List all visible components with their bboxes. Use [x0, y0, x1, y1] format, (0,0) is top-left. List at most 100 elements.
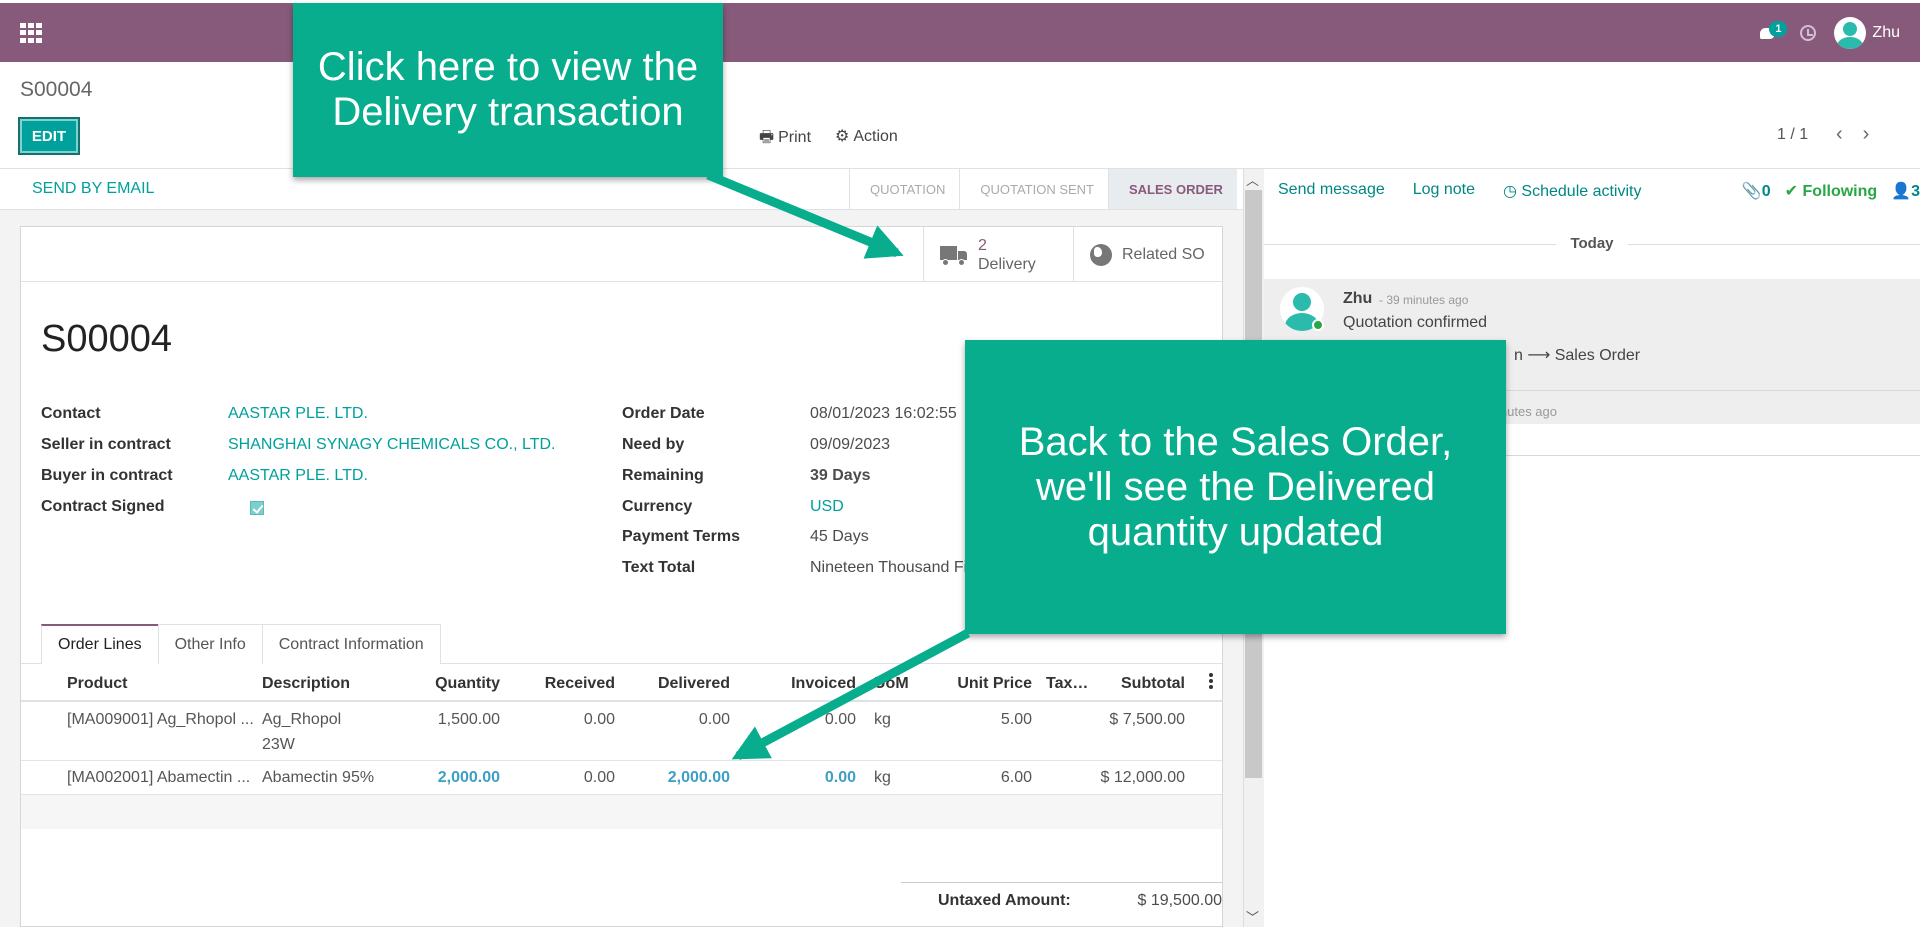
chevron-left-icon[interactable]: ‹: [1836, 123, 1843, 146]
attachment-count: 0: [1761, 183, 1771, 200]
message-author[interactable]: Zhu: [1343, 290, 1372, 308]
pager-value: 1 / 1: [1777, 126, 1809, 143]
stage-pipeline: QUOTATION QUOTATION SENT SALES ORDER: [849, 169, 1237, 209]
column-header[interactable]: Delivered: [658, 675, 730, 693]
field-label: Buyer in contract: [41, 467, 173, 484]
edit-button[interactable]: EDIT: [18, 117, 80, 155]
online-status-icon: [1312, 319, 1324, 331]
column-header[interactable]: Description: [262, 675, 350, 693]
received-cell: 0.00: [583, 711, 615, 728]
uom-cell: kg: [874, 711, 891, 728]
schedule-activity-button[interactable]: ◷ Schedule activity: [1503, 181, 1641, 201]
sales-order-callout: Back to the Sales Order, we'll see the D…: [965, 340, 1506, 634]
table-row-empty: [21, 795, 1222, 829]
buyer-link[interactable]: AASTAR PLE. LTD.: [228, 467, 368, 485]
unit-price-cell: 6.00: [1000, 769, 1032, 786]
column-header[interactable]: Invoiced: [791, 675, 856, 693]
user-menu[interactable]: Zhu: [1834, 17, 1900, 49]
column-header[interactable]: Unit Price: [957, 675, 1032, 693]
need-by-value: 09/09/2023: [810, 436, 891, 453]
untaxed-amount-label: Untaxed Amount:: [938, 892, 1071, 909]
table-row[interactable]: [MA009001] Ag_Rhopol ... Ag_Rhopol 23W 1…: [21, 702, 1222, 761]
delivery-count: 2: [978, 236, 987, 254]
description-cell: Ag_Rhopol: [262, 711, 342, 728]
field-buyer: Buyer in contract AASTAR PLE. LTD.: [41, 467, 368, 487]
tab-other-info[interactable]: Other Info: [157, 624, 263, 664]
send-by-email-button[interactable]: SEND BY EMAIL: [32, 180, 154, 198]
description-cell: Abamectin 95%: [262, 769, 375, 786]
navbar-systray: 1 Zhu: [1758, 17, 1900, 49]
paperclip-icon: 📎: [1741, 183, 1762, 200]
column-header[interactable]: Product: [67, 675, 127, 693]
column-header[interactable]: Subtotal: [1121, 675, 1185, 693]
chevron-right-icon[interactable]: ›: [1863, 123, 1870, 146]
quantity-cell: 2,000.00: [437, 769, 500, 786]
check-icon: ✔: [1784, 183, 1803, 200]
field-payment-terms: Payment Terms 45 Days: [622, 528, 869, 548]
scroll-up-icon[interactable]: ︿: [1246, 170, 1259, 189]
field-contract-signed: Contract Signed: [41, 498, 264, 518]
table-row[interactable]: [MA002001] Abamectin ... Abamectin 95% 2…: [21, 761, 1222, 795]
contract-signed-checkbox[interactable]: [250, 501, 264, 515]
print-button[interactable]: 🖶 Print: [759, 126, 811, 153]
subtotal-cell: $ 7,500.00: [1109, 711, 1185, 728]
contact-link[interactable]: AASTAR PLE. LTD.: [228, 405, 368, 423]
action-button[interactable]: ⚙ Action: [835, 126, 898, 153]
activity-clock-icon[interactable]: [1800, 25, 1817, 41]
send-message-button[interactable]: Send message: [1278, 181, 1385, 201]
stage-quotation-sent[interactable]: QUOTATION SENT: [959, 169, 1108, 209]
column-header[interactable]: Quantity: [435, 675, 500, 693]
date-separator: Today: [1264, 235, 1920, 255]
column-header[interactable]: UoM: [874, 675, 909, 693]
follower-count: 3: [1911, 183, 1920, 200]
field-seller: Seller in contract SHANGHAI SYNAGY CHEMI…: [41, 436, 555, 456]
field-remaining: Remaining 39 Days: [622, 467, 871, 487]
delivered-cell: 2,000.00: [667, 769, 730, 786]
related-so-smart-button[interactable]: Related SO: [1073, 227, 1222, 282]
invoiced-cell: 0.00: [824, 711, 856, 728]
uom-cell: kg: [874, 769, 891, 786]
text-total-value: Nineteen Thousand Fi: [810, 559, 968, 576]
apps-grid-icon[interactable]: [20, 23, 42, 43]
followers-button[interactable]: 👤3: [1891, 181, 1920, 201]
seller-link[interactable]: SHANGHAI SYNAGY CHEMICALS CO., LTD.: [228, 436, 555, 454]
globe-icon: [1090, 243, 1112, 266]
subtotal-cell: $ 12,000.00: [1100, 769, 1185, 786]
delivery-smart-button[interactable]: 2 Delivery: [923, 227, 1073, 282]
related-so-label: Related SO: [1122, 246, 1205, 263]
scroll-down-icon[interactable]: ﹀: [1246, 907, 1259, 926]
chatter-followers: 📎0 ✔ Following 👤3: [1742, 181, 1920, 201]
following-label: Following: [1802, 183, 1878, 200]
stage-sales-order[interactable]: SALES ORDER: [1108, 169, 1237, 209]
field-order-date: Order Date 08/01/2023 16:02:55: [622, 405, 982, 425]
chatter-topbar: Send message Log note ◷ Schedule activit…: [1278, 181, 1641, 201]
user-name: Zhu: [1872, 24, 1900, 41]
quantity-cell: 1,500.00: [437, 711, 500, 728]
product-cell: [MA002001] Abamectin ...: [67, 769, 251, 786]
stage-quotation[interactable]: QUOTATION: [849, 169, 959, 209]
log-note-button[interactable]: Log note: [1413, 181, 1475, 201]
column-options-icon[interactable]: [1209, 673, 1213, 689]
field-label: Payment Terms: [622, 528, 740, 545]
description-cell-line2: 23W: [262, 736, 295, 753]
field-label: Contact: [41, 405, 101, 422]
top-navbar: 1 Zhu: [0, 3, 1920, 62]
received-cell: 0.00: [583, 769, 615, 786]
field-label: Order Date: [622, 405, 705, 422]
tab-contract-information[interactable]: Contract Information: [261, 624, 441, 664]
column-header[interactable]: Received: [545, 675, 615, 693]
field-label: Need by: [622, 436, 685, 453]
conversations-icon[interactable]: 1: [1758, 21, 1788, 43]
following-button[interactable]: ✔ Following: [1785, 181, 1878, 201]
tab-order-lines[interactable]: Order Lines: [41, 624, 159, 664]
delivered-cell: 0.00: [698, 711, 730, 728]
field-contact: Contact AASTAR PLE. LTD.: [41, 405, 368, 425]
attachments-button[interactable]: 📎0: [1742, 181, 1771, 201]
breadcrumb: S00004: [20, 78, 93, 101]
currency-link[interactable]: USD: [810, 498, 844, 516]
action-label: Action: [853, 128, 898, 145]
remaining-value: 39 Days: [810, 467, 871, 484]
column-header[interactable]: Tax…: [1046, 675, 1088, 693]
payment-terms-value: 45 Days: [810, 528, 869, 545]
print-icon: 🖶: [759, 129, 775, 146]
